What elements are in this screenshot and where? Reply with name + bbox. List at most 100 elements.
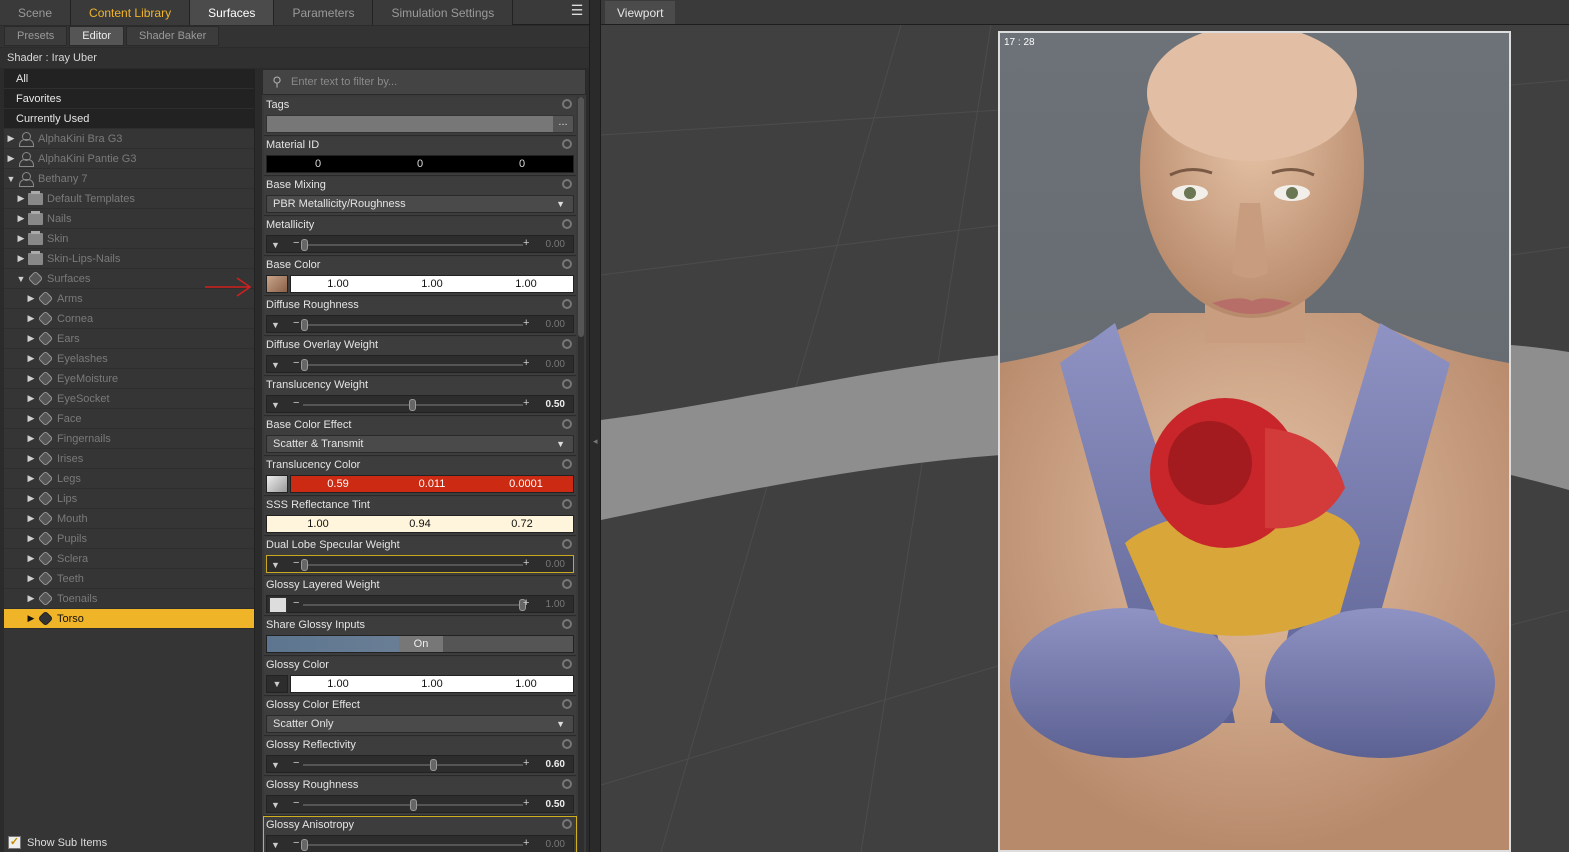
dropdown-icon[interactable]: ▼ (271, 800, 280, 810)
tree-item-nails[interactable]: ▶ Nails (4, 209, 254, 229)
expand-arrow-icon[interactable]: ▶ (6, 133, 16, 144)
plus-icon[interactable]: + (523, 757, 529, 769)
value-r[interactable]: 1.00 (291, 676, 385, 692)
slider-track[interactable] (303, 844, 523, 846)
expand-arrow-icon[interactable]: ▶ (26, 493, 36, 504)
gear-icon[interactable] (562, 339, 572, 349)
minus-icon[interactable]: − (293, 317, 299, 329)
gear-icon[interactable] (562, 139, 572, 149)
dropdown-icon[interactable]: ▼ (271, 760, 280, 770)
value-r[interactable]: 0 (267, 156, 369, 172)
tree-item-legs[interactable]: ▶ Legs (4, 469, 254, 489)
minus-icon[interactable]: − (293, 837, 299, 849)
dropdown-icon[interactable]: ▼ (271, 400, 280, 410)
tree-item-eyemoisture[interactable]: ▶ EyeMoisture (4, 369, 254, 389)
properties-scrollbar[interactable] (578, 97, 584, 852)
gear-icon[interactable] (562, 539, 572, 549)
tab-shader-baker[interactable]: Shader Baker (126, 26, 220, 46)
tab-content-library[interactable]: Content Library (71, 0, 191, 25)
tree-item-lips[interactable]: ▶ Lips (4, 489, 254, 509)
gear-icon[interactable] (562, 499, 572, 509)
material-id-fields[interactable]: 000 (266, 155, 574, 173)
tree-item-alphakini-pantie[interactable]: ▶ AlphaKini Pantie G3 (4, 149, 254, 169)
panel-menu-icon[interactable]: ☰ (569, 3, 585, 19)
expand-arrow-icon[interactable]: ▶ (26, 473, 36, 484)
tab-viewport[interactable]: Viewport (605, 1, 676, 24)
metallicity-slider[interactable]: ▼ − +0.00 (266, 235, 574, 253)
expand-arrow-icon[interactable]: ▶ (26, 433, 36, 444)
expand-arrow-icon[interactable]: ▶ (26, 293, 36, 304)
gear-icon[interactable] (562, 619, 572, 629)
plus-icon[interactable]: + (523, 237, 529, 249)
gear-icon[interactable] (562, 419, 572, 429)
slider-value[interactable]: 0.00 (546, 559, 565, 570)
expand-arrow-icon[interactable]: ▶ (26, 313, 36, 324)
expand-arrow-icon[interactable]: ▶ (6, 153, 16, 164)
gear-icon[interactable] (562, 379, 572, 389)
dropdown-icon[interactable]: ▼ (271, 360, 280, 370)
slider-knob[interactable] (301, 559, 308, 571)
base-color-fields[interactable]: 1.00 1.00 1.00 (290, 275, 574, 293)
tree-item-mouth[interactable]: ▶ Mouth (4, 509, 254, 529)
tags-more-button[interactable]: ... (553, 116, 573, 132)
gear-icon[interactable] (562, 219, 572, 229)
gear-icon[interactable] (562, 699, 572, 709)
expand-arrow-icon[interactable]: ▶ (16, 233, 26, 244)
gear-icon[interactable] (562, 459, 572, 469)
value-g[interactable]: 1.00 (385, 676, 479, 692)
glossy-reflectivity-slider[interactable]: ▼ − +0.60 (266, 755, 574, 773)
plus-icon[interactable]: + (523, 397, 529, 409)
value-b[interactable]: 0.0001 (479, 476, 573, 492)
glossy-roughness-slider[interactable]: ▼ − +0.50 (266, 795, 574, 813)
slider-knob[interactable] (410, 799, 417, 811)
tree-item-skin-lips-nails[interactable]: ▶ Skin-Lips-Nails (4, 249, 254, 269)
viewport-3d[interactable]: 17 : 28 (601, 25, 1569, 852)
tree-item-alphakini-bra[interactable]: ▶ AlphaKini Bra G3 (4, 129, 254, 149)
gear-icon[interactable] (562, 819, 572, 829)
minus-icon[interactable]: − (293, 757, 299, 769)
gear-icon[interactable] (562, 739, 572, 749)
expand-arrow-icon[interactable]: ▶ (16, 253, 26, 264)
gear-icon[interactable] (562, 299, 572, 309)
collapse-arrow-icon[interactable]: ▼ (6, 174, 16, 184)
scrollbar-thumb[interactable] (578, 97, 584, 337)
tree-item-toenails[interactable]: ▶ Toenails (4, 589, 254, 609)
share-glossy-inputs-toggle[interactable]: On (266, 635, 574, 653)
tree-item-fingernails[interactable]: ▶ Fingernails (4, 429, 254, 449)
slider-track[interactable] (303, 244, 523, 246)
gear-icon[interactable] (562, 579, 572, 589)
slider-value[interactable]: 0.00 (546, 839, 565, 850)
expand-arrow-icon[interactable]: ▶ (26, 373, 36, 384)
plus-icon[interactable]: + (523, 597, 529, 609)
expand-arrow-icon[interactable]: ▶ (26, 453, 36, 464)
glossy-color-effect-select[interactable]: Scatter Only ▼ (266, 715, 574, 733)
value-b[interactable]: 1.00 (479, 676, 573, 692)
plus-icon[interactable]: + (523, 797, 529, 809)
slider-knob[interactable] (301, 319, 308, 331)
expand-arrow-icon[interactable]: ▶ (16, 193, 26, 204)
value-g[interactable]: 0 (369, 156, 471, 172)
slider-value[interactable]: 0.00 (546, 359, 565, 370)
plus-icon[interactable]: + (523, 557, 529, 569)
slider-track[interactable] (303, 564, 523, 566)
filter-field[interactable]: ⚲ Enter text to filter by... (262, 69, 586, 95)
tab-surfaces[interactable]: Surfaces (190, 0, 275, 25)
slider-track[interactable] (303, 604, 523, 606)
plus-icon[interactable]: + (523, 357, 529, 369)
base-color-effect-select[interactable]: Scatter & Transmit ▼ (266, 435, 574, 453)
tree-item-ears[interactable]: ▶ Ears (4, 329, 254, 349)
tab-presets[interactable]: Presets (4, 26, 68, 46)
slider-knob[interactable] (301, 239, 308, 251)
checkbox-checked-icon[interactable]: ✓ (8, 836, 21, 849)
expand-arrow-icon[interactable]: ▶ (26, 613, 36, 624)
tree-item-sclera[interactable]: ▶ Sclera (4, 549, 254, 569)
tree-item-default-templates[interactable]: ▶ Default Templates (4, 189, 254, 209)
minus-icon[interactable]: − (293, 237, 299, 249)
expand-arrow-icon[interactable]: ▶ (26, 533, 36, 544)
value-b[interactable]: 0.72 (471, 516, 573, 532)
filter-input[interactable]: Enter text to filter by... (291, 76, 397, 88)
pane-splitter[interactable]: ◂ (589, 0, 601, 852)
minus-icon[interactable]: − (293, 397, 299, 409)
tree-item-cornea[interactable]: ▶ Cornea (4, 309, 254, 329)
slider-track[interactable] (303, 764, 523, 766)
